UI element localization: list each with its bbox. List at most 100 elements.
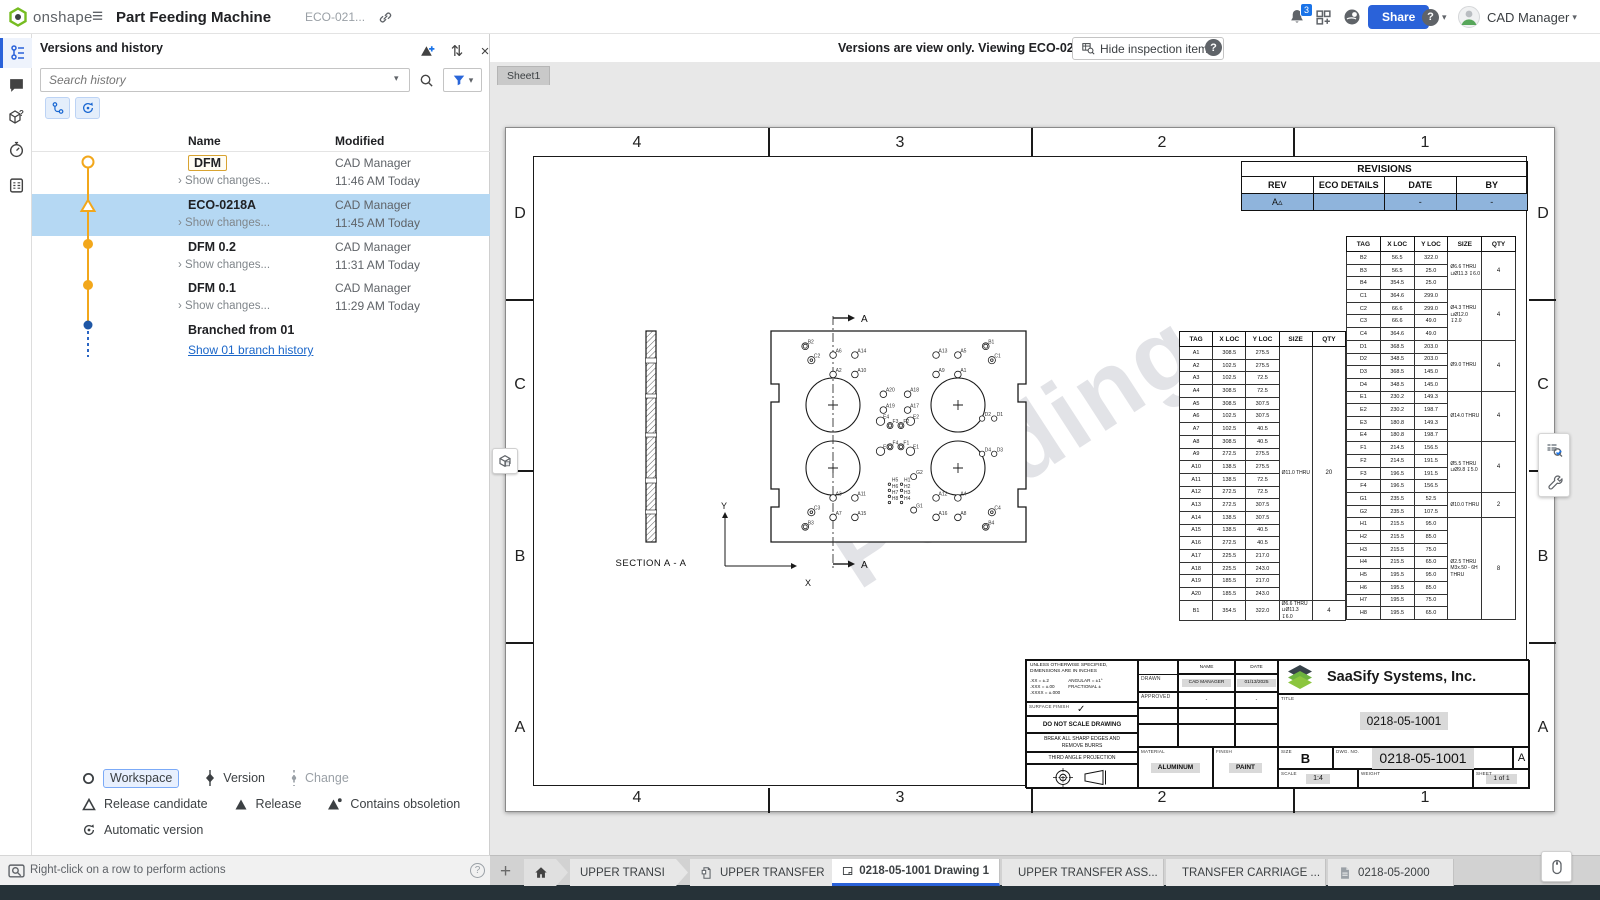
document-tab-bar: + UPPER TRANSI UPPER TRANSFER 0218-05-10… bbox=[490, 855, 1600, 885]
show-branches-toggle[interactable] bbox=[45, 97, 70, 119]
status-hint-text: Right-click on a row to perform actions bbox=[30, 864, 226, 876]
branch-history-link[interactable]: Show 01 branch history bbox=[188, 343, 313, 357]
tab-0218-05-2000[interactable]: 0218-05-2000 bbox=[1328, 859, 1454, 886]
title-block: UNLESS OTHERWISE SPECIFIED,DIMENSIONS AR… bbox=[1025, 659, 1529, 788]
search-dropdown-caret[interactable]: ▾ bbox=[394, 73, 399, 84]
status-help-icon[interactable]: ? bbox=[470, 863, 485, 878]
user-menu[interactable]: CAD Manager ▾ bbox=[1458, 0, 1577, 34]
document-version-label[interactable]: ECO-021... bbox=[305, 0, 365, 34]
svg-text:A8: A8 bbox=[960, 511, 966, 517]
svg-text:A15: A15 bbox=[857, 511, 866, 517]
notification-badge: 3 bbox=[1300, 3, 1313, 17]
drawing-canvas[interactable]: Sheet1 4 3 2 1 4 3 2 1 D C B A D C B bbox=[490, 62, 1600, 855]
section-view[interactable]: SECTION A - A bbox=[616, 331, 687, 569]
show-changes-link[interactable]: › Show changes... bbox=[178, 259, 270, 271]
drawing-tab-icon bbox=[842, 864, 853, 878]
version-marker[interactable] bbox=[83, 280, 93, 290]
view-only-banner: Versions are view only. Viewing ECO-0218… bbox=[490, 34, 1600, 62]
svg-text:B1: B1 bbox=[988, 340, 994, 346]
hide-inspection-items-button[interactable]: Hide inspection items bbox=[1072, 37, 1224, 60]
community-icon[interactable] bbox=[1343, 0, 1361, 34]
tab-upper-transfer-assembly[interactable]: UPPER TRANSFER ASS... bbox=[1002, 859, 1164, 886]
svg-text:D4: D4 bbox=[985, 447, 992, 453]
show-automatic-versions-toggle[interactable] bbox=[75, 97, 100, 119]
svg-text:A13: A13 bbox=[939, 349, 948, 355]
view-cube-button[interactable] bbox=[492, 448, 518, 474]
onshape-logo[interactable]: onshape bbox=[8, 0, 93, 34]
document-title: Part Feeding Machine bbox=[116, 0, 271, 34]
show-changes-link[interactable]: › Show changes... bbox=[178, 175, 270, 187]
insert-apps-icon[interactable] bbox=[1315, 0, 1332, 34]
svg-text:F3: F3 bbox=[893, 419, 899, 425]
cube-icon bbox=[497, 453, 513, 469]
filter-button[interactable]: ▾ bbox=[443, 68, 482, 92]
comments-rail-button[interactable] bbox=[0, 70, 32, 100]
svg-text:A2: A2 bbox=[836, 368, 842, 374]
version-name: DFM 0.2 bbox=[188, 240, 236, 254]
document-tab-icon bbox=[1338, 866, 1352, 880]
add-tab-button[interactable]: + bbox=[500, 861, 511, 883]
avatar bbox=[1458, 6, 1480, 28]
contains-obsoletion-icon bbox=[327, 798, 342, 811]
properties-rail-button[interactable] bbox=[0, 170, 32, 200]
row-author: CAD Manager bbox=[335, 156, 411, 170]
zone-label: D bbox=[509, 205, 531, 223]
tab-upper-transi[interactable]: UPPER TRANSI bbox=[570, 859, 688, 886]
show-changes-link[interactable]: › Show changes... bbox=[178, 217, 270, 229]
banner-help-icon[interactable]: ? bbox=[1205, 39, 1222, 56]
tools-button[interactable] bbox=[1539, 466, 1571, 498]
search-button[interactable] bbox=[413, 68, 439, 92]
search-input[interactable] bbox=[40, 68, 410, 92]
version-marker[interactable] bbox=[83, 239, 93, 249]
hamburger-menu-icon[interactable]: ≡ bbox=[92, 0, 103, 34]
workspace-marker[interactable] bbox=[83, 157, 94, 168]
version-icon bbox=[205, 770, 215, 786]
app-window: onshape ≡ Part Feeding Machine ECO-021..… bbox=[0, 0, 1600, 900]
svg-text:A19: A19 bbox=[886, 404, 895, 410]
versions-history-panel: Versions and history ⇅ × ▾ ▾ Name Modifi… bbox=[32, 34, 490, 855]
branch-origin-marker[interactable] bbox=[84, 321, 93, 330]
drawing-title: 0218-05-1001 bbox=[1360, 712, 1449, 730]
svg-text:A16: A16 bbox=[939, 511, 948, 517]
part-help-rail-button[interactable]: ? bbox=[0, 102, 32, 132]
svg-text:A10: A10 bbox=[857, 368, 866, 374]
company-name: SaaSify Systems, Inc. bbox=[1327, 669, 1476, 685]
row-time: 11:31 AM Today bbox=[335, 258, 420, 272]
release-candidate-marker[interactable] bbox=[82, 200, 95, 211]
svg-text:A5: A5 bbox=[960, 349, 966, 355]
help-menu[interactable]: ?▾ bbox=[1422, 0, 1447, 34]
svg-text:D1: D1 bbox=[997, 412, 1004, 418]
chevron-down-icon: ▾ bbox=[1442, 12, 1447, 23]
home-tab[interactable] bbox=[524, 859, 568, 886]
workspace-name-badge[interactable]: DFM bbox=[188, 155, 227, 171]
svg-text:A7: A7 bbox=[836, 511, 842, 517]
zone-label: C bbox=[1532, 376, 1554, 394]
versions-history-rail-button[interactable] bbox=[0, 38, 32, 68]
mouse-hints-button[interactable] bbox=[1541, 851, 1572, 882]
inspect-icon[interactable] bbox=[8, 863, 25, 880]
create-version-icon[interactable] bbox=[417, 41, 437, 61]
close-icon[interactable]: × bbox=[475, 41, 495, 61]
inspection-check-button[interactable] bbox=[1539, 434, 1571, 466]
svg-text:B3: B3 bbox=[808, 520, 814, 526]
onshape-logo-icon bbox=[8, 7, 28, 27]
revision-letter: A bbox=[1514, 748, 1529, 768]
compare-versions-icon[interactable]: ⇅ bbox=[447, 41, 467, 61]
sheet-tab[interactable]: Sheet1 bbox=[497, 66, 550, 85]
panel-title: Versions and history bbox=[40, 41, 163, 55]
timer-rail-button[interactable] bbox=[0, 134, 32, 164]
column-header-modified: Modified bbox=[335, 134, 384, 148]
show-changes-link[interactable]: › Show changes... bbox=[178, 300, 270, 312]
tab-transfer-carriage[interactable]: TRANSFER CARRIAGE ... bbox=[1166, 859, 1326, 886]
tab-drawing-active[interactable]: 0218-05-1001 Drawing 1 bbox=[832, 859, 1000, 886]
svg-text:E2: E2 bbox=[913, 415, 919, 421]
legend-change: Change bbox=[291, 770, 349, 786]
copy-link-icon[interactable] bbox=[378, 0, 393, 34]
zone-label: A bbox=[509, 719, 531, 737]
section-view-label: SECTION A - A bbox=[616, 558, 687, 569]
share-button[interactable]: Share bbox=[1368, 5, 1429, 29]
svg-text:D2: D2 bbox=[985, 412, 992, 418]
tab-upper-transfer[interactable]: UPPER TRANSFER bbox=[690, 859, 850, 886]
wrench-icon bbox=[1547, 474, 1564, 491]
notifications-button[interactable]: 3 bbox=[1288, 0, 1306, 34]
